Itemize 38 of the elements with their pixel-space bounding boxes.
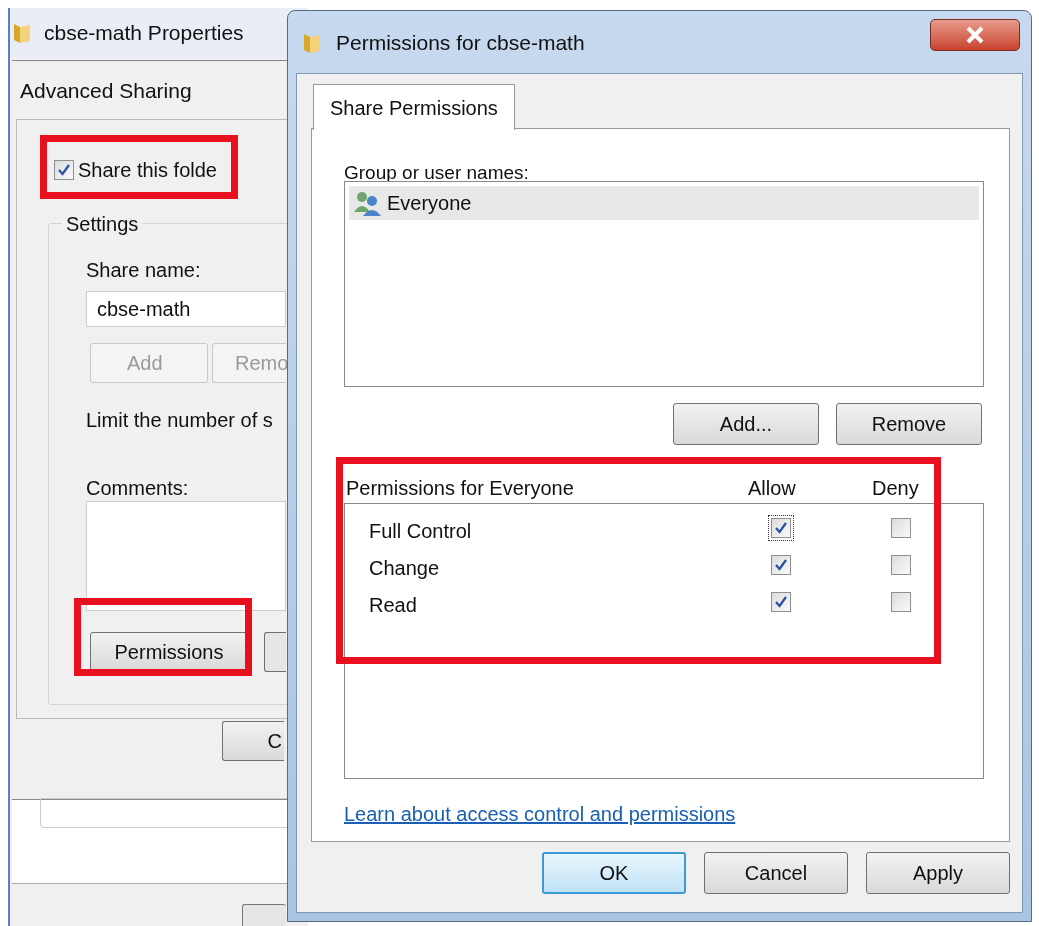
permission-name: Read xyxy=(369,593,417,618)
field-label: Share name: xyxy=(86,258,201,283)
ok-button[interactable]: C xyxy=(222,721,284,761)
allow-checkbox[interactable] xyxy=(771,555,791,575)
tab[interactable]: Share Permissions xyxy=(313,84,515,130)
dialog-title: Advanced Sharing xyxy=(20,78,192,104)
share-checkbox[interactable] xyxy=(54,160,74,180)
caching-button[interactable] xyxy=(264,632,286,672)
field-label: Comments: xyxy=(86,476,189,501)
section-label: Group or user names: xyxy=(344,161,529,185)
permission-name: Full Control xyxy=(369,519,472,544)
dialog-button[interactable]: Apply xyxy=(866,852,1010,894)
permissions-button[interactable]: Permissions xyxy=(90,632,248,672)
deny-checkbox[interactable] xyxy=(891,555,911,575)
help-link[interactable]: Learn about access control and permissions xyxy=(344,799,736,829)
user-button[interactable]: Add... xyxy=(673,403,819,445)
column-header: Deny xyxy=(872,476,919,501)
folder-icon xyxy=(12,21,32,45)
window-title: Permissions for cbse-math xyxy=(336,30,585,56)
share-name-field[interactable]: cbse-math xyxy=(86,291,286,327)
allow-checkbox[interactable] xyxy=(771,518,791,538)
close-icon xyxy=(965,26,985,44)
comments-field[interactable] xyxy=(86,501,286,611)
deny-checkbox[interactable] xyxy=(891,518,911,538)
dialog-button[interactable]: Cancel xyxy=(704,852,848,894)
permission-name: Change xyxy=(369,556,440,581)
close-button[interactable] xyxy=(930,19,1020,51)
dialog-button[interactable]: OK xyxy=(542,852,686,894)
column-header: Allow xyxy=(748,476,796,501)
permissions-heading: Permissions for Everyone xyxy=(346,476,574,501)
checkbox-label: Share this folde xyxy=(78,158,217,183)
user-button[interactable]: Remove xyxy=(836,403,982,445)
allow-checkbox[interactable] xyxy=(771,592,791,612)
field-label: Limit the number of s xyxy=(86,408,273,433)
deny-checkbox[interactable] xyxy=(891,592,911,612)
users-icon xyxy=(353,190,383,216)
user-list-item[interactable]: Everyone xyxy=(349,186,979,220)
window-title: cbse-math Properties xyxy=(44,20,244,47)
